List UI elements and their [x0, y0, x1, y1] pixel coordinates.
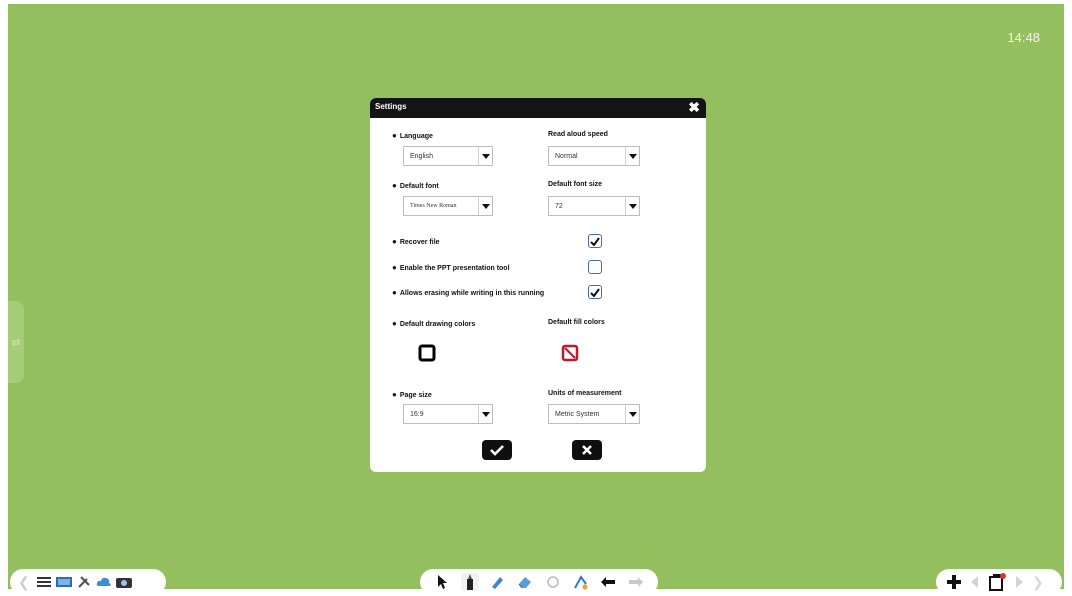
expand-arrows-icon: ⇄ [11, 336, 21, 349]
read-speed-value: Normal [555, 153, 578, 160]
cancel-button[interactable] [572, 440, 602, 460]
chevron-down-icon[interactable] [625, 147, 639, 165]
page-count-icon[interactable] [985, 573, 1009, 591]
highlighter-icon[interactable] [488, 573, 506, 591]
add-page-icon[interactable] [945, 573, 963, 591]
camera-icon[interactable] [115, 573, 133, 591]
clock: 14:48 [1007, 30, 1040, 45]
shapes-icon[interactable] [572, 573, 590, 591]
checkmark-icon [490, 445, 504, 456]
fill-colors-label: Default fill colors [548, 319, 605, 326]
next-page-icon[interactable] [1011, 573, 1029, 591]
tools-icon[interactable] [75, 573, 93, 591]
chevron-down-icon[interactable] [625, 405, 639, 423]
pen-icon[interactable] [460, 573, 479, 591]
no-fill-icon [561, 344, 579, 362]
redo-icon[interactable] [627, 573, 645, 591]
allow-erasing-label: Allows erasing while writing in this run… [392, 288, 544, 297]
close-icon [582, 445, 592, 455]
dialog-title: Settings [375, 102, 407, 111]
menu-icon[interactable] [35, 573, 53, 591]
checkmark-icon [590, 287, 600, 297]
allow-erasing-checkbox[interactable] [588, 285, 602, 299]
chevron-down-icon[interactable] [478, 147, 492, 165]
language-label: Language [392, 131, 433, 140]
page-size-label: Page size [392, 390, 432, 399]
side-panel-handle[interactable]: ⇄ [8, 301, 24, 383]
units-label: Units of measurement [548, 390, 622, 397]
chevron-down-icon[interactable] [478, 197, 492, 215]
screen-icon[interactable] [55, 573, 73, 591]
default-font-label: Default font [392, 181, 439, 190]
font-size-label: Default font size [548, 181, 603, 188]
read-speed-select[interactable]: Normal [548, 146, 640, 166]
confirm-button[interactable] [482, 440, 512, 460]
collapse-left-icon[interactable]: ❮ [18, 574, 30, 591]
recover-file-checkbox[interactable] [588, 234, 602, 248]
collapse-right-icon[interactable]: ❯ [1032, 574, 1044, 591]
dialog-titlebar: Settings ✖ [370, 98, 706, 118]
cursor-icon[interactable] [433, 573, 451, 591]
drawing-color-swatch[interactable] [417, 343, 437, 363]
undo-icon[interactable] [599, 573, 617, 591]
eraser-icon[interactable] [516, 573, 534, 591]
left-toolbar: ❮ [10, 569, 166, 595]
checkmark-icon [590, 236, 600, 246]
font-size-select[interactable]: 72 [548, 196, 640, 216]
chevron-down-icon[interactable] [478, 405, 492, 423]
font-size-value: 72 [555, 203, 563, 210]
page-size-select[interactable]: 16:9 [403, 404, 493, 424]
settings-dialog: Settings ✖ Language English Read aloud s… [370, 98, 706, 472]
fill-color-swatch[interactable] [560, 343, 580, 363]
right-toolbar: ❯ [936, 569, 1062, 595]
default-font-value: Times New Roman [410, 203, 457, 209]
center-toolbar [420, 569, 658, 595]
default-font-select[interactable]: Times New Roman [403, 196, 493, 216]
prev-page-icon[interactable] [965, 573, 983, 591]
square-outline-icon [418, 344, 436, 362]
units-value: Metric System [555, 411, 600, 418]
language-value: English [410, 153, 433, 160]
drawing-colors-label: Default drawing colors [392, 319, 475, 328]
units-select[interactable]: Metric System [548, 404, 640, 424]
lasso-icon[interactable] [544, 573, 562, 591]
read-speed-label: Read aloud speed [548, 131, 608, 138]
close-icon[interactable]: ✖ [688, 99, 700, 116]
chevron-down-icon[interactable] [625, 197, 639, 215]
recover-file-label: Recover file [392, 237, 440, 246]
language-select[interactable]: English [403, 146, 493, 166]
ppt-tool-label: Enable the PPT presentation tool [392, 263, 510, 272]
page-size-value: 16:9 [410, 411, 424, 418]
ppt-tool-checkbox[interactable] [588, 260, 602, 274]
cloud-icon[interactable] [95, 573, 113, 591]
